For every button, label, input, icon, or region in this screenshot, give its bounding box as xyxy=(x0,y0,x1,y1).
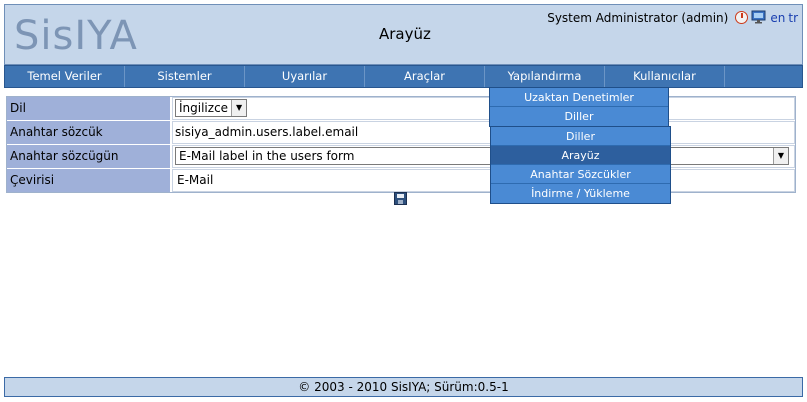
languages-submenu: Diller Arayüz Anahtar Sözcükler İndirme … xyxy=(490,126,671,204)
form-row-language: Dil İngilizce ▼ xyxy=(7,97,795,121)
menu-item-sistemler[interactable]: Sistemler xyxy=(125,66,245,87)
keyword-label: Anahtar sözcük xyxy=(7,121,172,144)
submenu-item-keywords[interactable]: Anahtar Sözcükler xyxy=(491,165,670,184)
main-menu: Temel Veriler Sistemler Uyarılar Araçlar… xyxy=(4,65,803,88)
form-row-keyword: Anahtar sözcük sisiya_admin.users.label.… xyxy=(7,121,795,145)
keyword-description-value: E-Mail label in the users form xyxy=(179,149,355,163)
language-en-link[interactable]: en xyxy=(770,11,785,25)
submenu-item-download-upload[interactable]: İndirme / Yükleme xyxy=(491,184,670,203)
menu-item-kullanicilar[interactable]: Kullanıcılar xyxy=(605,66,725,87)
language-select-value: İngilizce xyxy=(179,101,229,115)
logout-icon[interactable] xyxy=(735,10,749,24)
save-icon[interactable] xyxy=(394,192,407,205)
translation-label: Çevirisi xyxy=(7,169,172,192)
form-row-keyword-description: Anahtar sözcügün açıklaması E-Mail label… xyxy=(7,145,795,185)
chevron-down-icon: ▼ xyxy=(231,100,247,116)
language-cell: İngilizce ▼ xyxy=(172,97,795,120)
keyword-description-cell: E-Mail label in the users form ▼ xyxy=(172,145,795,168)
keyword-value: sisiya_admin.users.label.email xyxy=(172,121,795,144)
translation-cell: E-Mail xyxy=(172,169,795,192)
keyword-description-select[interactable]: E-Mail label in the users form ▼ xyxy=(175,147,789,165)
footer: © 2003 - 2010 SisIYA; Sürüm:0.5-1 xyxy=(4,377,803,397)
menu-item-yapilandirma[interactable]: Yapılandırma xyxy=(485,66,605,87)
language-label: Dil xyxy=(7,97,172,120)
submenu-item-interface[interactable]: Arayüz xyxy=(491,146,670,165)
language-select[interactable]: İngilizce ▼ xyxy=(175,99,248,117)
keyword-description-label: Anahtar sözcügün açıklaması xyxy=(7,145,172,185)
translation-form: Dil İngilizce ▼ Anahtar sözcük sisiya_ad… xyxy=(6,96,796,193)
user-name: System Administrator (admin) xyxy=(547,11,729,25)
user-area: System Administrator (admin) en tr xyxy=(547,10,798,25)
submenu-item-languages[interactable]: Diller xyxy=(491,127,670,146)
monitor-icon[interactable] xyxy=(751,10,767,24)
menu-item-languages[interactable]: Diller xyxy=(490,107,668,126)
page-title: Arayüz xyxy=(379,25,431,43)
menu-item-araclar[interactable]: Araçlar xyxy=(365,66,485,87)
chevron-down-icon: ▼ xyxy=(773,148,788,164)
menu-item-temel-veriler[interactable]: Temel Veriler xyxy=(5,66,125,87)
translation-input[interactable]: E-Mail xyxy=(175,173,213,187)
language-tr-link[interactable]: tr xyxy=(788,11,798,25)
form-row-translation: Çevirisi E-Mail xyxy=(7,169,795,192)
logo: SisIYA xyxy=(14,13,138,59)
menu-item-uyarilar[interactable]: Uyarılar xyxy=(245,66,365,87)
configuration-dropdown: Uzaktan Denetimler Diller xyxy=(489,87,669,127)
menu-item-remote-checks[interactable]: Uzaktan Denetimler xyxy=(490,88,668,107)
header: SisIYA Arayüz System Administrator (admi… xyxy=(4,4,803,65)
